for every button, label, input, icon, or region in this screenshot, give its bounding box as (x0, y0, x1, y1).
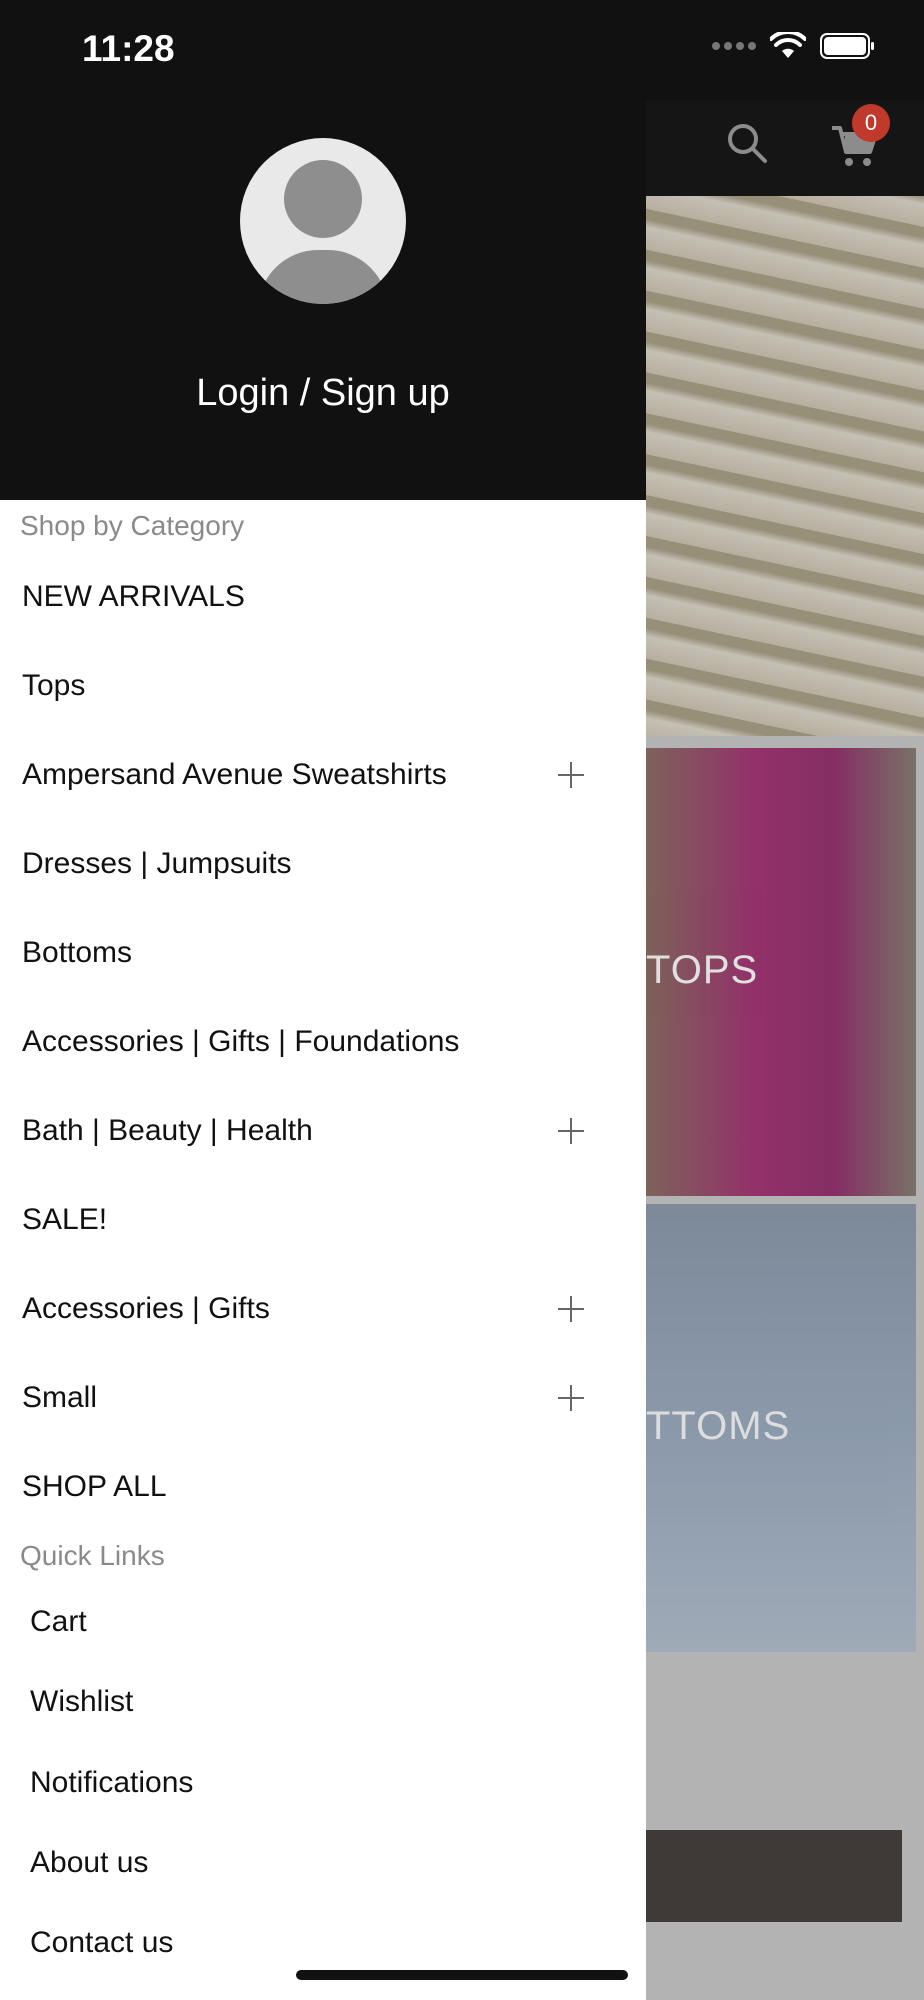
section-title-shop-by-category: Shop by Category (20, 510, 245, 541)
category-item-shop-all[interactable]: SHOP ALL (0, 1442, 646, 1531)
category-label: Accessories | Gifts | Foundations (22, 1024, 460, 1058)
category-item-sale[interactable]: SALE! (0, 1175, 646, 1264)
category-item-accessories-gifts[interactable]: Accessories | Gifts (0, 1264, 646, 1353)
cellular-signal-icon (712, 42, 756, 50)
category-label: Accessories | Gifts (22, 1291, 270, 1325)
wifi-icon (770, 32, 806, 58)
category-item-tops[interactable]: Tops (0, 641, 646, 730)
cart-count-badge: 0 (852, 104, 890, 142)
category-label: Ampersand Avenue Sweatshirts (22, 757, 447, 791)
login-signup-link[interactable]: Login / Sign up (0, 372, 646, 415)
category-item-bottoms[interactable]: Bottoms (0, 908, 646, 997)
category-tile-tops[interactable]: TOPS (646, 748, 916, 1196)
category-item-new-arrivals[interactable]: NEW ARRIVALS (0, 552, 646, 641)
tile-label-tops: TOPS (646, 948, 759, 992)
quick-link-wishlist[interactable]: Wishlist (30, 1685, 133, 1719)
category-item-bath-beauty-health[interactable]: Bath | Beauty | Health (0, 1086, 646, 1175)
category-label: NEW ARRIVALS (22, 579, 245, 613)
category-label: SALE! (22, 1202, 108, 1236)
status-icons (712, 32, 876, 60)
category-label: Small (22, 1380, 98, 1414)
category-tile-bottoms[interactable]: TTOMS (646, 1204, 916, 1652)
product-tile-image[interactable] (646, 1830, 902, 1922)
quick-link-contact-us[interactable]: Contact us (30, 1926, 173, 1960)
expand-plus-icon[interactable] (558, 1295, 584, 1322)
category-label: SHOP ALL (22, 1469, 167, 1503)
home-indicator[interactable] (296, 1970, 628, 1980)
category-item-ampersand-avenue-sweatshirts[interactable]: Ampersand Avenue Sweatshirts (0, 730, 646, 819)
battery-icon (820, 33, 874, 59)
status-time: 11:28 (82, 28, 175, 69)
expand-plus-icon[interactable] (558, 761, 584, 788)
quick-link-cart[interactable]: Cart (30, 1605, 87, 1639)
avatar-icon[interactable] (240, 138, 406, 304)
quick-link-notifications[interactable]: Notifications (30, 1766, 193, 1800)
category-item-dresses-jumpsuits[interactable]: Dresses | Jumpsuits (0, 819, 646, 908)
category-label: Bath | Beauty | Health (22, 1113, 313, 1147)
tile-label-bottoms: TTOMS (646, 1404, 791, 1448)
status-bar: 11:28 (0, 0, 924, 100)
search-icon[interactable] (726, 122, 768, 164)
category-label: Bottoms (22, 935, 133, 969)
section-title-quick-links: Quick Links (20, 1540, 165, 1571)
category-item-small[interactable]: Small (0, 1353, 646, 1442)
category-label: Dresses | Jumpsuits (22, 846, 292, 880)
navigation-drawer: Login / Sign up Shop by Category NEW ARR… (0, 0, 646, 2000)
category-item-accessories-gifts-foundations[interactable]: Accessories | Gifts | Foundations (0, 997, 646, 1086)
quick-link-about-us[interactable]: About us (30, 1846, 148, 1880)
category-label: Tops (22, 668, 86, 702)
expand-plus-icon[interactable] (558, 1117, 584, 1144)
expand-plus-icon[interactable] (558, 1384, 584, 1411)
